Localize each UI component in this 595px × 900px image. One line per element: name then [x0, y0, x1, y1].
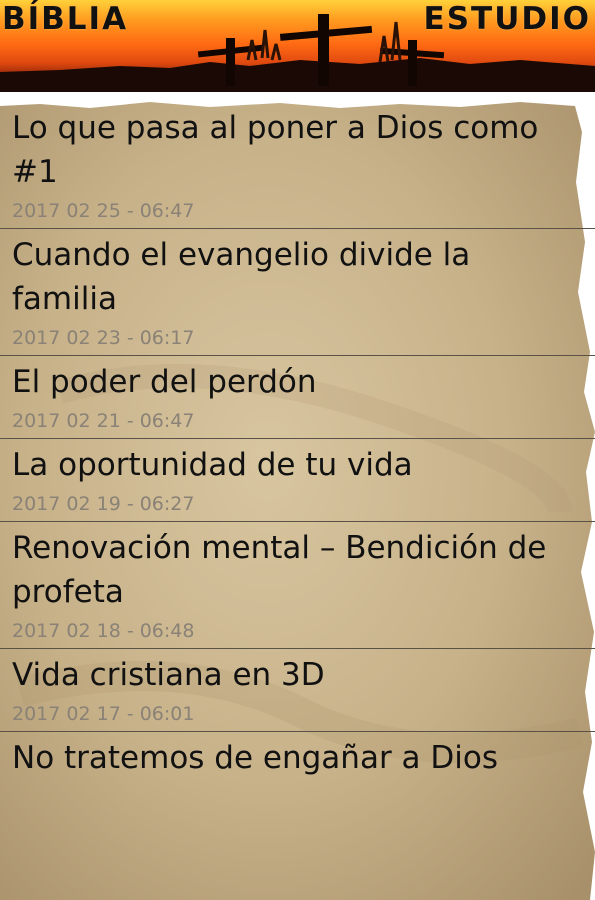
item-date: 2017 02 25 - 06:47	[12, 200, 195, 222]
item-title: El poder del perdón	[12, 364, 317, 400]
item-date: 2017 02 17 - 06:01	[12, 703, 195, 725]
app-header: BÍBLIA ESTUDIO	[0, 0, 595, 92]
item-date: 2017 02 19 - 06:27	[12, 493, 195, 515]
list-item[interactable]: Renovación mental – Bendición de profeta…	[0, 522, 595, 649]
list-item[interactable]: No tratemos de engañar a Dios	[0, 732, 595, 788]
item-date: 2017 02 18 - 06:48	[12, 620, 195, 642]
item-title: La oportunidad de tu vida	[12, 447, 413, 483]
item-date: 2017 02 21 - 06:47	[12, 410, 195, 432]
banner-title-left: BÍBLIA	[2, 1, 129, 37]
item-title: No tratemos de engañar a Dios	[12, 740, 498, 776]
header-banner: BÍBLIA ESTUDIO	[0, 0, 595, 92]
item-title: Lo que pasa al poner a Dios como #1	[12, 110, 539, 190]
item-title: Vida cristiana en 3D	[12, 657, 325, 693]
article-list[interactable]: Lo que pasa al poner a Dios como #1 2017…	[0, 92, 595, 900]
list-item[interactable]: La oportunidad de tu vida 2017 02 19 - 0…	[0, 439, 595, 522]
list-item[interactable]: Lo que pasa al poner a Dios como #1 2017…	[0, 102, 595, 229]
item-date	[12, 780, 583, 788]
item-date: 2017 02 23 - 06:17	[12, 327, 195, 349]
list-item[interactable]: Cuando el evangelio divide la familia 20…	[0, 229, 595, 356]
item-title: Renovación mental – Bendición de profeta	[12, 530, 547, 610]
list-item[interactable]: Vida cristiana en 3D 2017 02 17 - 06:01	[0, 649, 595, 732]
list-item[interactable]: El poder del perdón 2017 02 21 - 06:47	[0, 356, 595, 439]
banner-title-right: ESTUDIO	[423, 1, 591, 37]
item-title: Cuando el evangelio divide la familia	[12, 237, 471, 317]
